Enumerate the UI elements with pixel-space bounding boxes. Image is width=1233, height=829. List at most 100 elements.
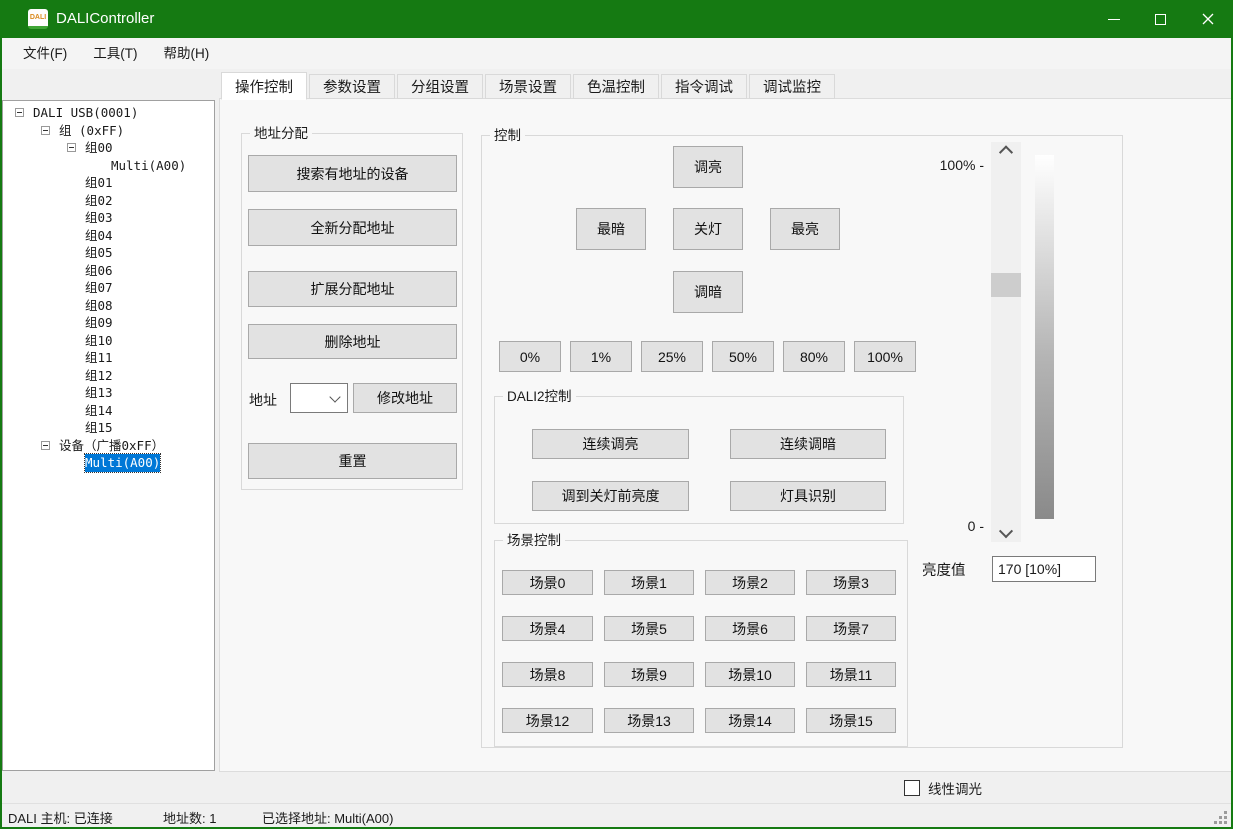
device-tree[interactable]: DALI USB(0001)组 (0xFF)组00Multi(A00)组01组0… xyxy=(2,100,215,771)
close-button[interactable] xyxy=(1184,0,1231,38)
tree-item[interactable]: 组05 xyxy=(3,244,214,262)
collapse-icon[interactable] xyxy=(41,126,50,135)
scrollbar-thumb[interactable] xyxy=(991,273,1021,297)
scene-button[interactable]: 场景4 xyxy=(502,616,593,641)
collapse-icon[interactable] xyxy=(15,108,24,117)
light-off-button[interactable]: 关灯 xyxy=(673,208,743,250)
brightest-button[interactable]: 最亮 xyxy=(770,208,840,250)
tab-item[interactable]: 色温控制 xyxy=(573,74,659,99)
scene-button[interactable]: 场景12 xyxy=(502,708,593,733)
tree-item[interactable]: 组00 xyxy=(3,139,214,157)
lamp-identify-button[interactable]: 灯具识别 xyxy=(730,481,886,511)
scene-button[interactable]: 场景0 xyxy=(502,570,593,595)
brightness-value-label: 亮度值 xyxy=(922,559,966,580)
tree-item[interactable]: 组11 xyxy=(3,349,214,367)
scene-button[interactable]: 场景1 xyxy=(604,570,694,595)
continuous-darken-button[interactable]: 连续调暗 xyxy=(730,429,886,459)
menu-item[interactable]: 帮助(H) xyxy=(151,38,223,69)
search-addressed-devices-button[interactable]: 搜索有地址的设备 xyxy=(248,155,457,192)
tree-item[interactable]: 组 (0xFF) xyxy=(3,122,214,140)
scene-button[interactable]: 场景8 xyxy=(502,662,593,687)
tab-item[interactable]: 指令调试 xyxy=(661,74,747,99)
status-bar: DALI 主机: 已连接 地址数: 1 已选择地址: Multi(A00) xyxy=(2,803,1231,828)
tree-item[interactable]: 组15 xyxy=(3,419,214,437)
collapse-icon[interactable] xyxy=(41,441,50,450)
menu-item[interactable]: 文件(F) xyxy=(10,38,80,69)
collapse-icon[interactable] xyxy=(67,143,76,152)
percent-button[interactable]: 100% xyxy=(854,341,916,372)
tab-item[interactable]: 场景设置 xyxy=(485,74,571,99)
modify-address-button[interactable]: 修改地址 xyxy=(353,383,457,413)
percent-button-row: 0% 1% 25% 50% 80% 100% xyxy=(499,341,916,372)
scene-button[interactable]: 场景13 xyxy=(604,708,694,733)
tree-item-label: 组09 xyxy=(85,314,113,332)
control-group-title: 控制 xyxy=(490,127,525,144)
tree-item[interactable]: 组08 xyxy=(3,297,214,315)
percent-button[interactable]: 1% xyxy=(570,341,632,372)
app-window: DALI DALIController 文件(F)工具(T)帮助(H) DALI… xyxy=(0,0,1233,829)
tree-item[interactable]: Multi(A00) xyxy=(3,157,214,175)
scene-button[interactable]: 场景2 xyxy=(705,570,795,595)
scroll-down-button[interactable] xyxy=(991,525,1021,542)
tree-item[interactable]: 组04 xyxy=(3,227,214,245)
scene-button[interactable]: 场景10 xyxy=(705,662,795,687)
linear-dimming-checkbox[interactable] xyxy=(904,780,920,796)
scene-button[interactable]: 场景7 xyxy=(806,616,896,641)
extend-assign-address-button[interactable]: 扩展分配地址 xyxy=(248,271,457,307)
tree-item[interactable]: DALI USB(0001) xyxy=(3,104,214,122)
scene-button[interactable]: 场景15 xyxy=(806,708,896,733)
address-assign-group: 地址分配 搜索有地址的设备 全新分配地址 扩展分配地址 删除地址 地址 修改地址… xyxy=(241,133,463,490)
scroll-up-button[interactable] xyxy=(991,142,1021,159)
reset-button[interactable]: 重置 xyxy=(248,443,457,479)
address-combobox[interactable] xyxy=(290,383,348,413)
linear-dimming-row: 线性调光 xyxy=(904,778,982,798)
tab-item[interactable]: 分组设置 xyxy=(397,74,483,99)
tree-item[interactable]: 组01 xyxy=(3,174,214,192)
scene-button[interactable]: 场景3 xyxy=(806,570,896,595)
percent-button[interactable]: 80% xyxy=(783,341,845,372)
goto-last-level-button[interactable]: 调到关灯前亮度 xyxy=(532,481,689,511)
tree-item[interactable]: 组13 xyxy=(3,384,214,402)
tree-item[interactable]: 组03 xyxy=(3,209,214,227)
delete-address-button[interactable]: 删除地址 xyxy=(248,324,457,359)
tree-item[interactable]: 组10 xyxy=(3,332,214,350)
tab-item[interactable]: 操作控制 xyxy=(221,72,307,100)
brightness-scrollbar[interactable] xyxy=(991,142,1021,542)
tree-item[interactable]: Multi(A00) xyxy=(3,454,214,472)
percent-button[interactable]: 50% xyxy=(712,341,774,372)
tree-item[interactable]: 组07 xyxy=(3,279,214,297)
close-icon xyxy=(1202,13,1214,25)
brightness-value-field[interactable]: 170 [10%] xyxy=(992,556,1096,582)
tree-item-label: 组06 xyxy=(85,262,113,280)
maximize-button[interactable] xyxy=(1137,0,1184,38)
dimmest-button[interactable]: 最暗 xyxy=(576,208,646,250)
tree-item[interactable]: 组09 xyxy=(3,314,214,332)
tab-item[interactable]: 调试监控 xyxy=(749,74,835,99)
brighten-button[interactable]: 调亮 xyxy=(673,146,743,188)
tree-item-label: 组05 xyxy=(85,244,113,262)
tree-item[interactable]: 组02 xyxy=(3,192,214,210)
address-label: 地址 xyxy=(249,390,277,410)
slider-min-label: 0 - xyxy=(912,518,984,534)
scene-button[interactable]: 场景9 xyxy=(604,662,694,687)
continuous-brighten-button[interactable]: 连续调亮 xyxy=(532,429,689,459)
dali2-group-title: DALI2控制 xyxy=(503,388,576,405)
tree-item[interactable]: 组14 xyxy=(3,402,214,420)
darken-button[interactable]: 调暗 xyxy=(673,271,743,313)
tab-item[interactable]: 参数设置 xyxy=(309,74,395,99)
minimize-button[interactable] xyxy=(1090,0,1137,38)
tree-item[interactable]: 设备（广播0xFF） xyxy=(3,437,214,455)
tree-item[interactable]: 组06 xyxy=(3,262,214,280)
scene-button[interactable]: 场景11 xyxy=(806,662,896,687)
tree-item[interactable]: 组12 xyxy=(3,367,214,385)
percent-button[interactable]: 25% xyxy=(641,341,703,372)
assign-new-address-button[interactable]: 全新分配地址 xyxy=(248,209,457,246)
scene-group-title: 场景控制 xyxy=(503,532,565,549)
scene-button[interactable]: 场景14 xyxy=(705,708,795,733)
dali2-control-group: DALI2控制 连续调亮 连续调暗 调到关灯前亮度 灯具识别 xyxy=(494,396,904,524)
scene-button[interactable]: 场景5 xyxy=(604,616,694,641)
resize-grip[interactable] xyxy=(1215,812,1227,824)
percent-button[interactable]: 0% xyxy=(499,341,561,372)
menu-item[interactable]: 工具(T) xyxy=(80,38,150,69)
scene-button[interactable]: 场景6 xyxy=(705,616,795,641)
